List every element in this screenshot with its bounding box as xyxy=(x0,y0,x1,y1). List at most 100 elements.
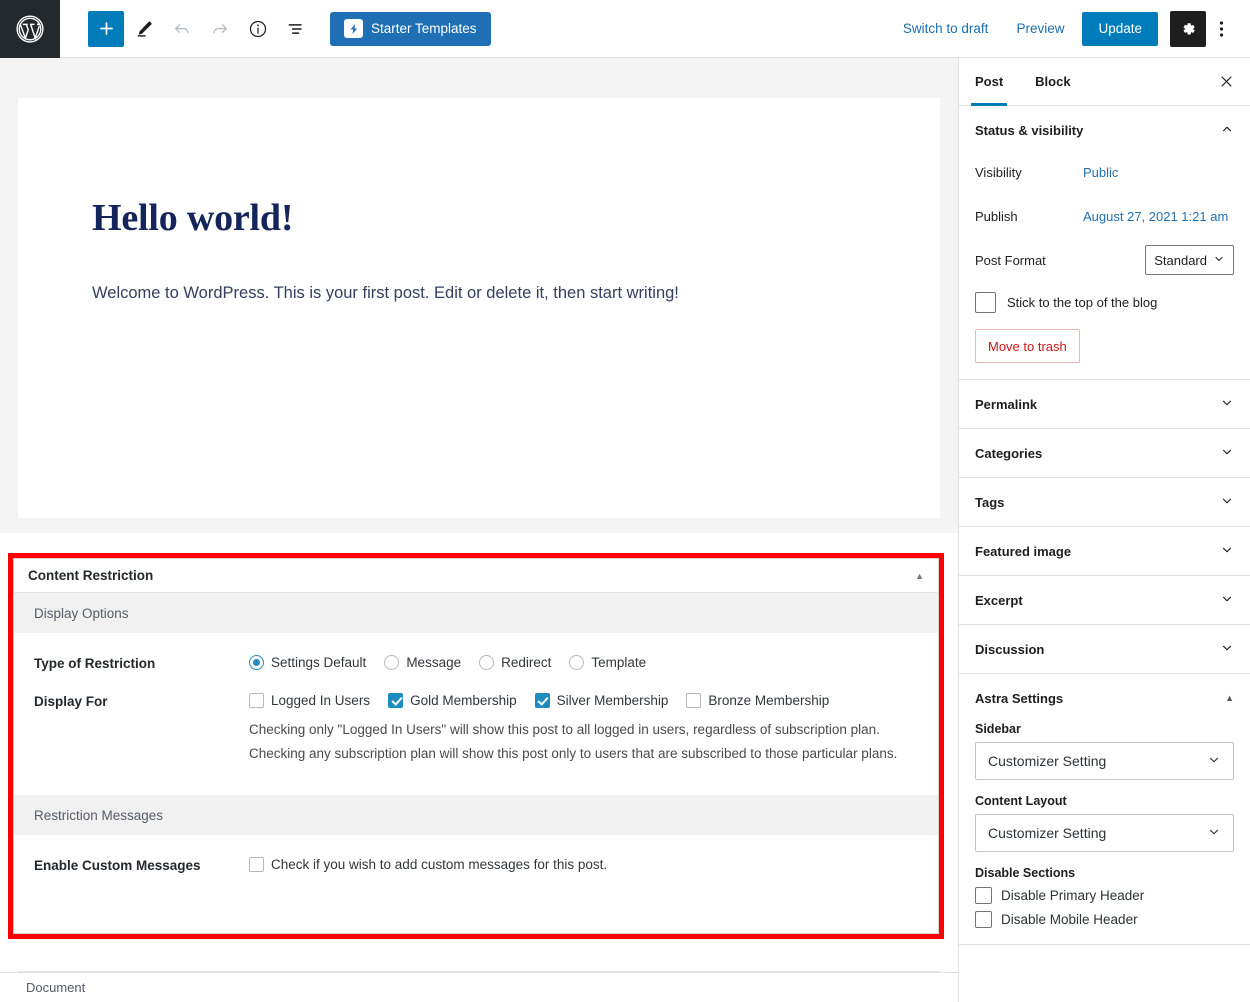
panel-tags-header[interactable]: Tags xyxy=(959,478,1250,526)
chevron-down-icon[interactable] xyxy=(1220,445,1234,462)
panel-categories-header[interactable]: Categories xyxy=(959,429,1250,477)
checkbox-silver-membership[interactable]: Silver Membership xyxy=(534,693,668,708)
undo-arrow-icon[interactable] xyxy=(164,11,200,47)
breadcrumb-document[interactable]: Document xyxy=(26,980,85,995)
panel-discussion-header[interactable]: Discussion xyxy=(959,625,1250,673)
add-block-button[interactable] xyxy=(88,10,124,47)
panel-astra-settings: Astra Settings ▲ Sidebar Customizer Sett… xyxy=(959,674,1250,945)
redo-arrow-icon[interactable] xyxy=(202,11,238,47)
row-visibility: Visibility Public xyxy=(975,154,1234,190)
panel-title: Excerpt xyxy=(975,592,1023,608)
metabox-header[interactable]: Content Restriction ▲ xyxy=(14,559,938,593)
close-x-icon[interactable] xyxy=(1202,58,1250,105)
panel-title: Tags xyxy=(975,494,1005,510)
panel-permalink-header[interactable]: Permalink xyxy=(959,380,1250,428)
info-circle-icon[interactable] xyxy=(240,11,276,47)
starter-templates-label: Starter Templates xyxy=(371,21,477,36)
panel-featured-image: Featured image xyxy=(959,527,1250,576)
checkbox-indicator[interactable] xyxy=(249,857,264,873)
switch-to-draft-button[interactable]: Switch to draft xyxy=(889,21,1003,36)
chevron-down-icon[interactable] xyxy=(1220,543,1234,560)
post-title[interactable]: Hello world! xyxy=(92,196,940,240)
chevron-down-icon[interactable] xyxy=(1220,641,1234,658)
panel-title: Permalink xyxy=(975,396,1038,412)
visibility-value-button[interactable]: Public xyxy=(1083,165,1118,180)
panel-categories: Categories xyxy=(959,429,1250,478)
panel-status-visibility: Status & visibility Visibility Public Pu… xyxy=(959,106,1250,380)
checkbox-indicator[interactable] xyxy=(534,693,550,708)
pencil-icon[interactable] xyxy=(126,11,162,47)
checkbox-enable-custom-messages[interactable]: Check if you wish to add custom messages… xyxy=(249,857,900,873)
post-settings-sidebar: Post Block Status & visibility Visibilit… xyxy=(958,58,1250,1002)
panel-excerpt-header[interactable]: Excerpt xyxy=(959,576,1250,624)
triangle-up-icon[interactable]: ▲ xyxy=(915,571,924,581)
checkbox-indicator[interactable] xyxy=(975,887,992,904)
radio-indicator[interactable] xyxy=(479,655,495,670)
update-button[interactable]: Update xyxy=(1082,11,1158,46)
panel-permalink: Permalink xyxy=(959,380,1250,429)
astra-sidebar-select[interactable]: Customizer Setting xyxy=(975,742,1234,780)
sticky-post-checkbox-row[interactable]: Stick to the top of the blog xyxy=(975,292,1234,313)
chevron-down-icon[interactable] xyxy=(1220,494,1234,511)
display-for-helper-text: Checking only "Logged In Users" will sho… xyxy=(249,722,898,761)
chevron-down-icon[interactable] xyxy=(1220,592,1234,609)
kebab-menu-icon[interactable] xyxy=(1206,11,1236,47)
row-post-format: Post Format Standard xyxy=(975,242,1234,278)
chevron-down-icon xyxy=(1207,825,1221,842)
radio-label: Template xyxy=(591,655,647,670)
preview-button[interactable]: Preview xyxy=(1002,21,1078,36)
field-label: Type of Restriction xyxy=(34,656,156,671)
visibility-label: Visibility xyxy=(975,164,1022,180)
toolbar-left-group: Starter Templates xyxy=(60,10,491,47)
starter-templates-button[interactable]: Starter Templates xyxy=(330,11,491,46)
field-type-of-restriction: Type of Restriction Settings Default Mes… xyxy=(14,655,938,671)
move-to-trash-button[interactable]: Move to trash xyxy=(975,329,1080,363)
post-paragraph-block[interactable]: Welcome to WordPress. This is your first… xyxy=(92,280,940,306)
post-canvas[interactable]: Hello world! Welcome to WordPress. This … xyxy=(18,98,940,518)
checkbox-gold-membership[interactable]: Gold Membership xyxy=(388,693,517,708)
checkbox-disable-mobile-header[interactable]: Disable Mobile Header xyxy=(975,911,1234,928)
checkbox-indicator[interactable] xyxy=(388,693,404,708)
radio-message[interactable]: Message xyxy=(384,655,461,670)
radio-indicator[interactable] xyxy=(384,655,400,670)
radio-indicator[interactable] xyxy=(249,655,264,670)
triangle-up-icon[interactable]: ▲ xyxy=(1225,693,1234,703)
post-format-select[interactable]: Standard xyxy=(1145,245,1234,275)
metabox-title: Content Restriction xyxy=(28,568,154,583)
panel-astra-settings-header[interactable]: Astra Settings ▲ xyxy=(959,674,1250,722)
astra-disable-sections-label: Disable Sections xyxy=(975,866,1076,880)
checkbox-bronze-membership[interactable]: Bronze Membership xyxy=(686,693,829,708)
panel-excerpt: Excerpt xyxy=(959,576,1250,625)
checkbox-indicator[interactable] xyxy=(975,911,992,928)
tab-block[interactable]: Block xyxy=(1019,58,1086,105)
wordpress-logo-icon[interactable] xyxy=(0,0,60,58)
publish-date-button[interactable]: August 27, 2021 1:21 am xyxy=(1083,209,1228,224)
content-restriction-metabox: Content Restriction ▲ Display Options Ty… xyxy=(13,558,939,934)
checkbox-label: Check if you wish to add custom messages… xyxy=(271,857,608,873)
astra-content-layout-select[interactable]: Customizer Setting xyxy=(975,814,1234,852)
checkbox-label: Logged In Users xyxy=(271,693,371,708)
post-format-label: Post Format xyxy=(975,252,1046,268)
list-view-icon[interactable] xyxy=(278,11,314,47)
canvas-divider xyxy=(0,518,958,533)
restriction-type-radio-group: Settings Default Message Redirect Templa… xyxy=(249,655,918,670)
panel-status-visibility-header[interactable]: Status & visibility xyxy=(959,106,1250,154)
astra-sidebar-value: Customizer Setting xyxy=(988,753,1107,769)
checkbox-logged-in-users[interactable]: Logged In Users xyxy=(249,693,370,708)
radio-redirect[interactable]: Redirect xyxy=(479,655,551,670)
panel-title: Discussion xyxy=(975,641,1045,657)
checkbox-indicator[interactable] xyxy=(686,693,702,708)
chevron-down-icon[interactable] xyxy=(1220,396,1234,413)
radio-label: Message xyxy=(406,655,462,670)
panel-featured-image-header[interactable]: Featured image xyxy=(959,527,1250,575)
gear-icon[interactable] xyxy=(1170,10,1206,47)
radio-indicator[interactable] xyxy=(569,655,585,670)
radio-template[interactable]: Template xyxy=(569,655,646,670)
checkbox-indicator[interactable] xyxy=(249,693,264,708)
chevron-up-icon[interactable] xyxy=(1220,122,1234,139)
checkbox-indicator[interactable] xyxy=(975,292,996,313)
checkbox-label: Disable Primary Header xyxy=(1001,888,1145,903)
checkbox-disable-primary-header[interactable]: Disable Primary Header xyxy=(975,887,1234,904)
radio-settings-default[interactable]: Settings Default xyxy=(249,655,366,670)
tab-post[interactable]: Post xyxy=(959,58,1019,106)
